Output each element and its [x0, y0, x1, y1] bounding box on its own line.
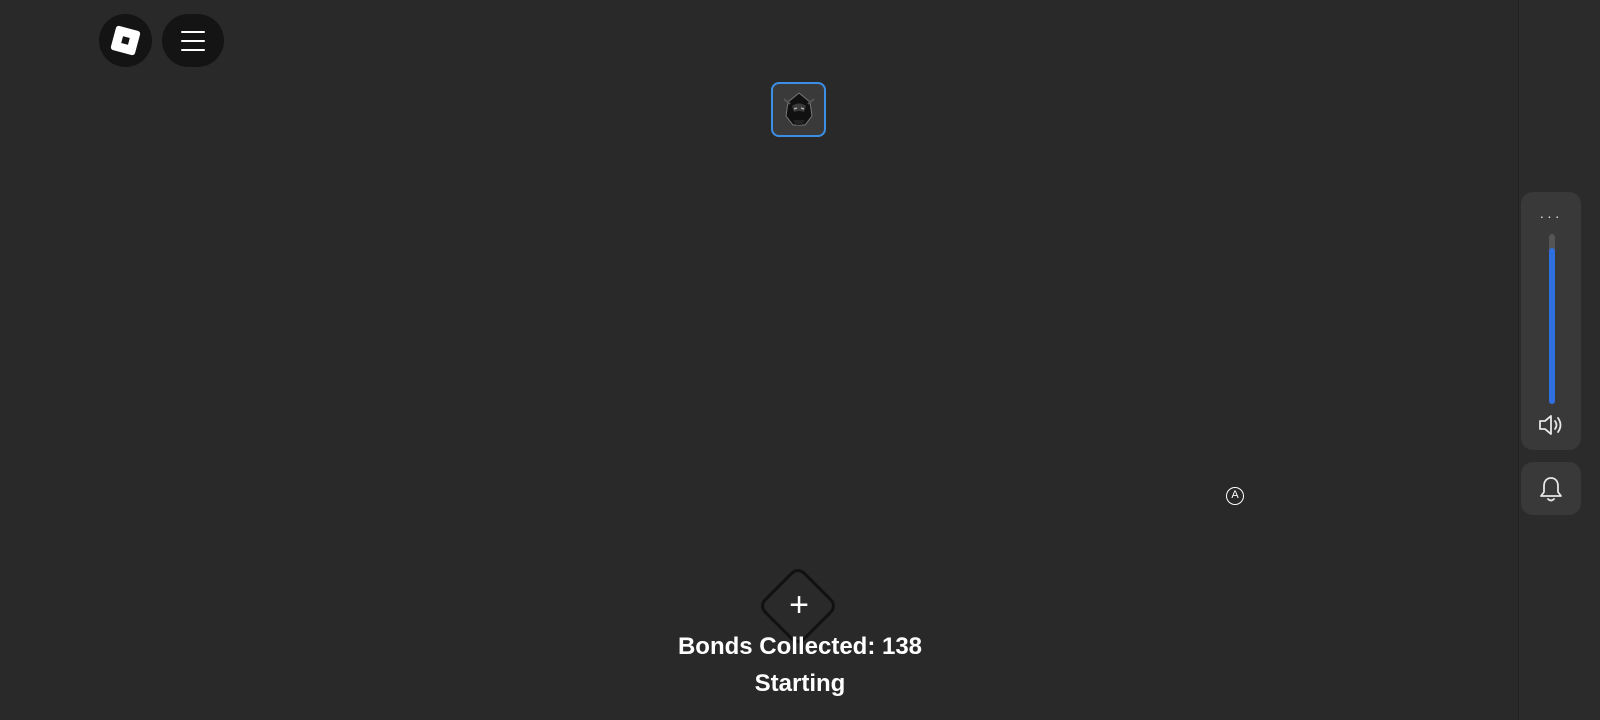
- volume-slider[interactable]: [1549, 234, 1555, 404]
- bonds-collected-label: Bonds Collected: 138: [677, 633, 923, 660]
- roblox-menu-button[interactable]: [99, 14, 152, 67]
- volume-panel: ···: [1521, 192, 1581, 450]
- bell-icon: [1540, 476, 1562, 501]
- more-options-icon[interactable]: ···: [1521, 209, 1581, 223]
- player-avatar[interactable]: [771, 82, 826, 137]
- roblox-logo-icon: [110, 25, 141, 56]
- a-marker-icon: A: [1226, 487, 1244, 505]
- status-label: Starting: [754, 670, 846, 697]
- volume-slider-fill: [1549, 247, 1555, 404]
- game-viewport: ··· A + Bonds Collected: 138 Starting: [0, 0, 1600, 720]
- hamburger-menu-icon: [181, 30, 205, 51]
- hamburger-menu-button[interactable]: [162, 14, 224, 67]
- notifications-button[interactable]: [1521, 462, 1581, 515]
- speaker-icon[interactable]: [1537, 412, 1565, 438]
- hooded-ninja-avatar-icon: [782, 91, 815, 125]
